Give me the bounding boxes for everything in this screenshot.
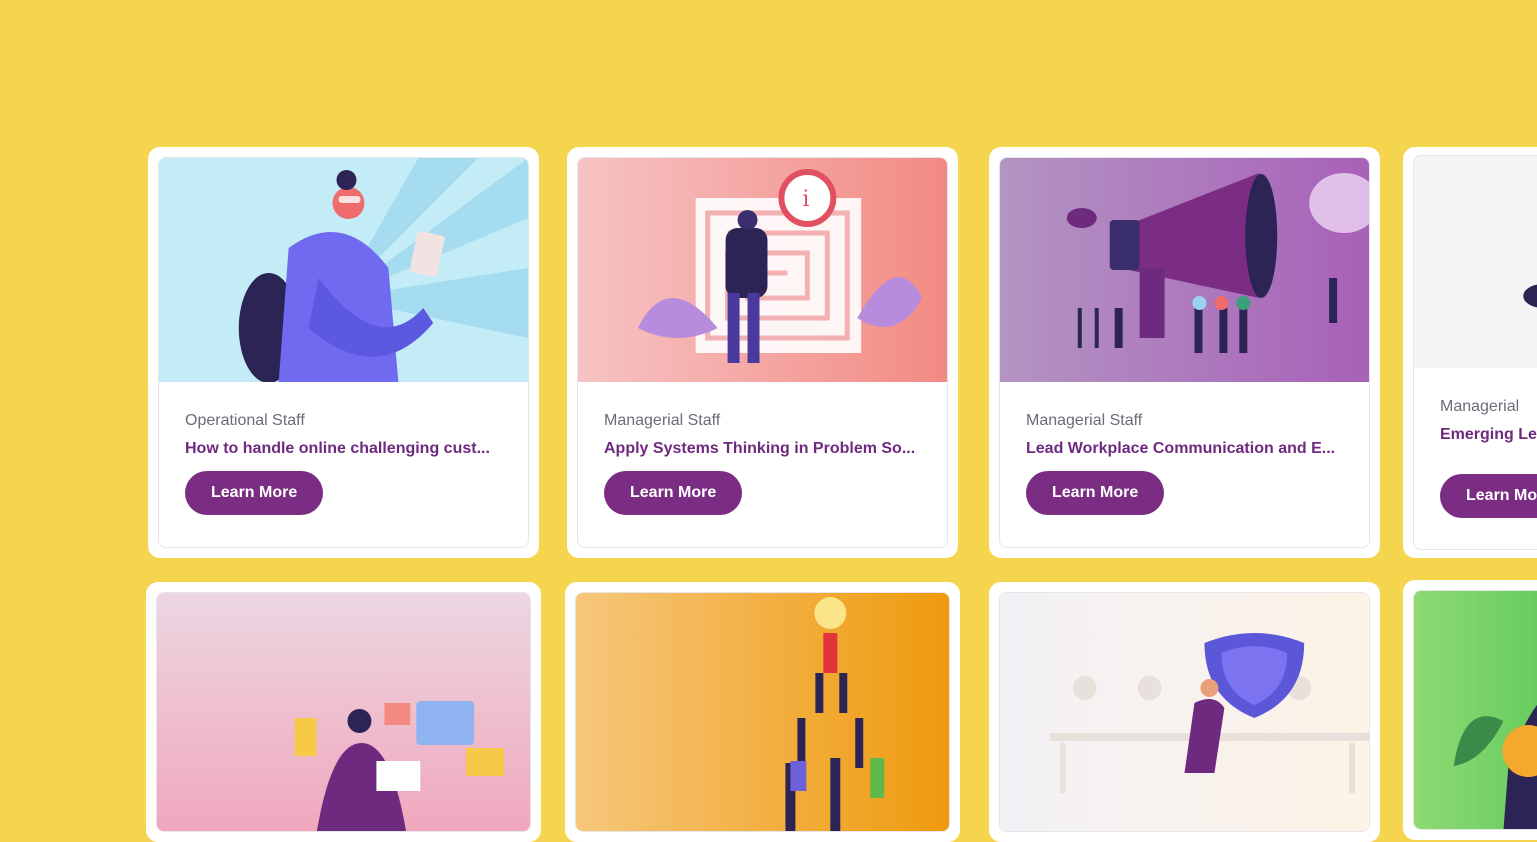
course-illustration xyxy=(1414,156,1537,368)
course-illustration xyxy=(1000,158,1369,382)
course-category: Operational Staff xyxy=(185,412,305,429)
course-category: Managerial xyxy=(1440,398,1520,415)
learn-more-button[interactable]: Learn More xyxy=(1026,471,1165,515)
course-card[interactable]: Managerial Emerging Le Learn Mo xyxy=(1403,147,1537,558)
learn-more-button[interactable]: Learn Mo xyxy=(1440,474,1537,518)
course-illustration xyxy=(576,593,949,831)
course-illustration xyxy=(1000,593,1369,831)
course-illustration: i xyxy=(578,158,947,382)
course-card[interactable] xyxy=(565,582,960,842)
course-category: Managerial Staff xyxy=(1026,412,1143,429)
course-title[interactable]: Apply Systems Thinking in Problem So... xyxy=(604,440,921,458)
course-category: Managerial Staff xyxy=(604,412,721,429)
course-title[interactable]: Lead Workplace Communication and E... xyxy=(1026,440,1343,458)
course-card[interactable]: Operational Staff How to handle online c… xyxy=(148,147,539,558)
svg-text:i: i xyxy=(802,187,809,212)
course-card[interactable]: i Managerial Staff Apply Systems Thinkin… xyxy=(567,147,958,558)
course-card[interactable]: Managerial Staff Lead Workplace Communic… xyxy=(989,147,1380,558)
course-illustration xyxy=(1414,591,1537,829)
course-card[interactable] xyxy=(989,582,1380,842)
course-illustration xyxy=(157,593,530,831)
page: { "courses_row1": [ {"category": "Operat… xyxy=(0,0,1537,842)
learn-more-button[interactable]: Learn More xyxy=(604,471,743,515)
course-card[interactable] xyxy=(146,582,541,842)
course-title[interactable]: Emerging Le xyxy=(1440,426,1537,444)
course-illustration xyxy=(159,158,528,382)
course-card[interactable] xyxy=(1403,580,1537,840)
learn-more-button[interactable]: Learn More xyxy=(185,471,324,515)
course-title[interactable]: How to handle online challenging cust... xyxy=(185,440,502,458)
